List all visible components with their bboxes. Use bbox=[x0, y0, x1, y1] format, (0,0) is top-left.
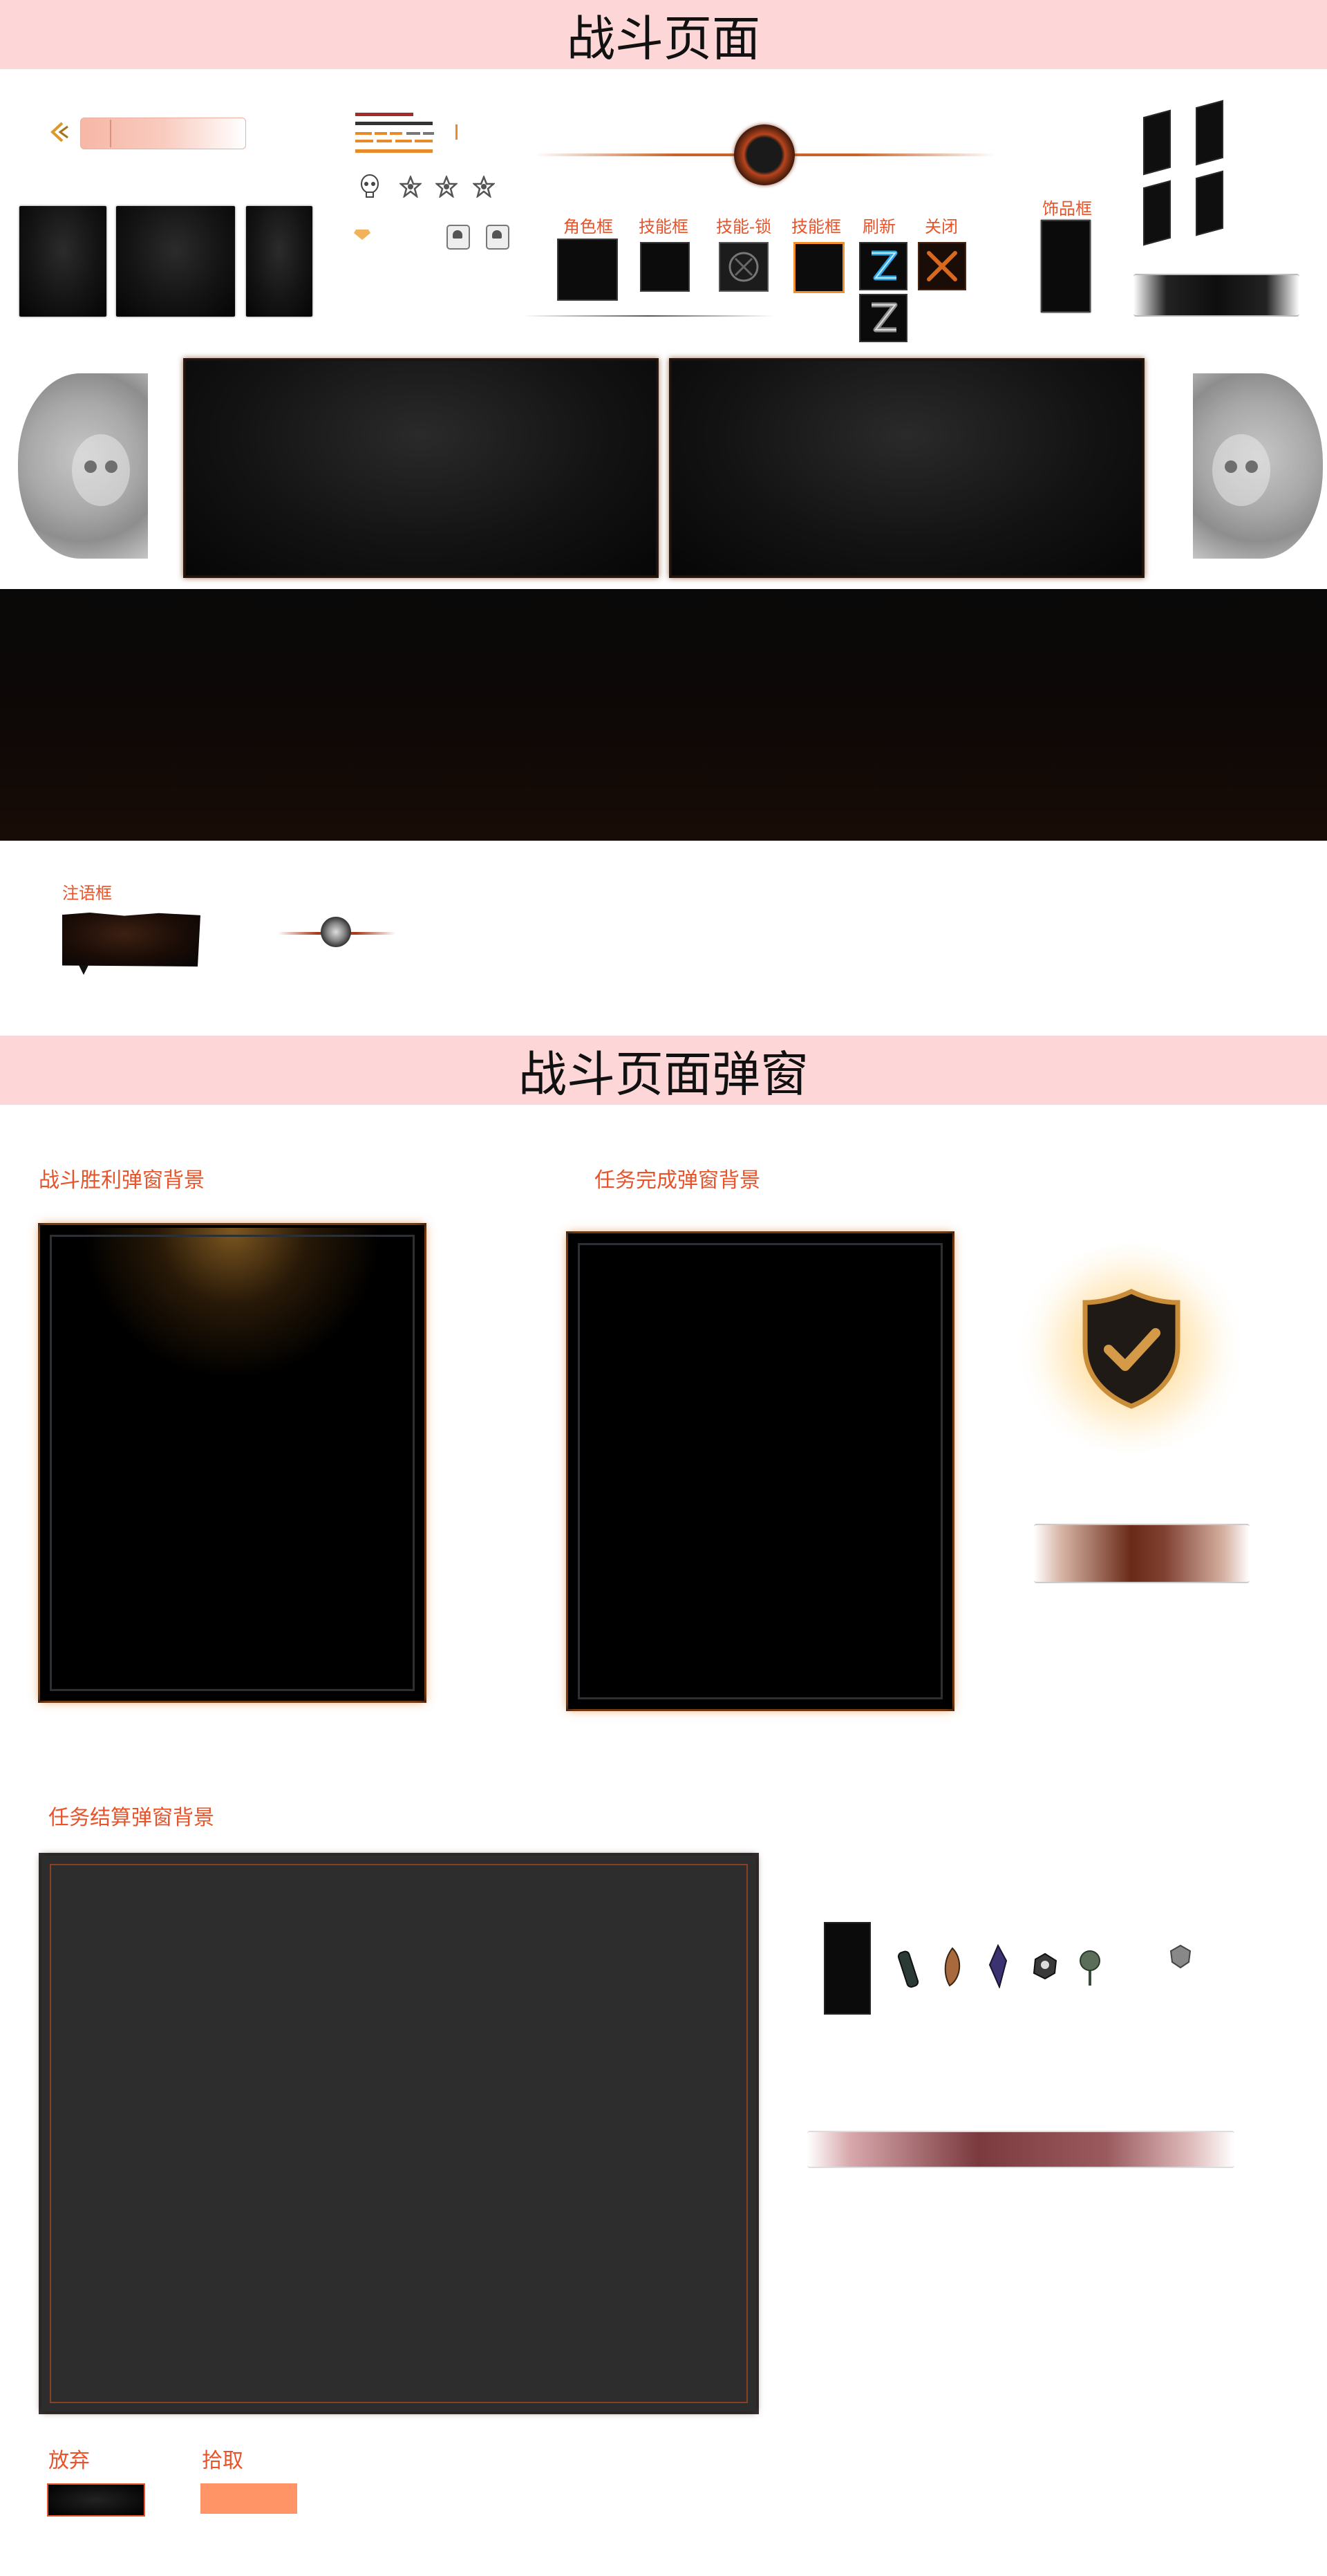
character-frame[interactable] bbox=[557, 239, 618, 301]
battle-background-band bbox=[0, 589, 1327, 841]
equipment-card[interactable] bbox=[1143, 109, 1171, 176]
lock-pattern-icon bbox=[728, 252, 759, 282]
section-title-battle-page: 战斗页面 bbox=[0, 0, 1327, 69]
reward-glow-bar bbox=[1034, 1524, 1250, 1583]
mission-complete-popup bbox=[568, 1233, 952, 1709]
victory-popup bbox=[40, 1225, 424, 1701]
mission-settlement-popup bbox=[41, 1856, 756, 2411]
herb-icon[interactable] bbox=[1077, 1948, 1103, 1987]
accessory-frame[interactable] bbox=[1041, 220, 1091, 312]
pentagram-icon[interactable] bbox=[473, 176, 495, 198]
round-emblem-icon bbox=[734, 124, 795, 185]
label-refresh: 刷新 bbox=[863, 217, 896, 236]
ore-icon[interactable] bbox=[1168, 1944, 1193, 1969]
skull-shield-right bbox=[1193, 373, 1323, 559]
hp-bar-line bbox=[355, 113, 413, 116]
refresh-button[interactable] bbox=[859, 242, 907, 290]
label-mission-settlement-bg: 任务结算弹窗背景 bbox=[48, 1806, 214, 1830]
label-victory-bg: 战斗胜利弹窗背景 bbox=[39, 1168, 205, 1193]
abandon-button[interactable] bbox=[47, 2483, 145, 2517]
label-close: 关闭 bbox=[925, 217, 958, 236]
feather-icon[interactable] bbox=[940, 1945, 965, 1988]
gem-icon bbox=[354, 230, 370, 240]
bar-line bbox=[355, 122, 433, 125]
skull-icon[interactable] bbox=[359, 174, 380, 199]
settlement-glow-bar bbox=[807, 2131, 1234, 2168]
character-card-slot bbox=[19, 206, 106, 317]
pentagram-icon[interactable] bbox=[399, 176, 422, 198]
battle-panel-left bbox=[183, 358, 659, 578]
label-character-frame: 角色框 bbox=[563, 217, 613, 236]
close-button[interactable] bbox=[918, 242, 966, 290]
skill-frame[interactable] bbox=[640, 242, 690, 292]
health-progress-bar bbox=[80, 118, 246, 149]
skill-frame-selected[interactable] bbox=[793, 242, 845, 293]
equipment-card[interactable] bbox=[1143, 180, 1171, 246]
settlement-inner-border bbox=[50, 1864, 748, 2403]
label-skill-locked: 技能-锁 bbox=[716, 217, 772, 236]
pickup-button[interactable] bbox=[200, 2483, 297, 2514]
character-card-slot bbox=[116, 206, 235, 317]
back-arrow-icon[interactable] bbox=[47, 120, 70, 144]
chant-bubble-tail bbox=[79, 965, 88, 975]
equipment-card[interactable] bbox=[1196, 100, 1223, 166]
chant-bubble bbox=[62, 913, 200, 967]
label-mission-complete-bg: 任务完成弹窗背景 bbox=[594, 1168, 760, 1193]
potion-icon[interactable] bbox=[897, 1948, 921, 1990]
label-skill-frame-2: 技能框 bbox=[791, 217, 841, 236]
ore-icon[interactable] bbox=[1031, 1952, 1059, 1980]
skull-shield-left bbox=[18, 373, 148, 559]
energy-bar-line bbox=[355, 149, 433, 153]
skill-row-divider bbox=[523, 315, 774, 317]
refresh-button-disabled[interactable] bbox=[859, 294, 907, 342]
close-cross-icon bbox=[927, 251, 957, 281]
section-title-battle-popup: 战斗页面弹窗 bbox=[0, 1036, 1327, 1105]
equipment-card[interactable] bbox=[1196, 170, 1223, 236]
mushroom-badge-icon[interactable] bbox=[486, 225, 509, 250]
battle-panel-right bbox=[669, 358, 1145, 578]
pentagram-icon[interactable] bbox=[435, 176, 458, 198]
refresh-lightning-icon bbox=[872, 302, 898, 333]
refresh-lightning-icon bbox=[872, 250, 898, 281]
label-accessory-frame: 饰品框 bbox=[1042, 199, 1092, 218]
crystal-icon[interactable] bbox=[987, 1944, 1009, 1988]
label-chant-frame: 注语框 bbox=[62, 884, 112, 903]
label-skill-frame: 技能框 bbox=[639, 217, 688, 236]
reward-card-slot[interactable] bbox=[824, 1922, 871, 2015]
dark-glow-bar bbox=[1133, 274, 1299, 317]
skull-emblem-icon bbox=[321, 917, 351, 947]
character-card-slot bbox=[246, 206, 312, 317]
label-pickup: 拾取 bbox=[202, 2449, 243, 2473]
label-abandon: 放弃 bbox=[48, 2449, 90, 2473]
mushroom-badge-icon[interactable] bbox=[446, 225, 470, 250]
shield-check-icon bbox=[1082, 1289, 1180, 1409]
skill-locked-frame[interactable] bbox=[719, 242, 769, 292]
